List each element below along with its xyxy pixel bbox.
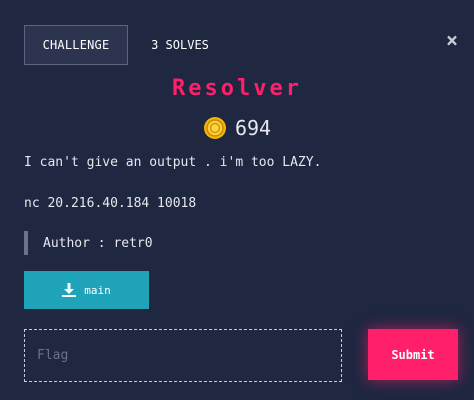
coin-icon (203, 117, 226, 139)
close-icon[interactable]: × (441, 29, 463, 51)
flag-input[interactable] (24, 329, 342, 382)
download-icon (62, 283, 77, 297)
author-line: Author : retr0 (24, 231, 153, 255)
challenge-title: Resolver (172, 76, 302, 101)
tab-challenge-label: CHALLENGE (42, 38, 110, 52)
download-file-button[interactable]: main (24, 271, 149, 309)
tab-challenge[interactable]: CHALLENGE (24, 25, 128, 65)
connection-info: nc 20.216.40.184 10018 (24, 196, 197, 211)
submit-button[interactable]: Submit (368, 329, 458, 380)
challenge-description: I can't give an output . i'm too LAZY. (24, 155, 322, 170)
tab-solves[interactable]: 3 SOLVES (140, 25, 220, 65)
author-text: Author : retr0 (43, 235, 153, 251)
download-file-label: main (84, 283, 111, 297)
tab-solves-label: 3 SOLVES (151, 38, 209, 52)
challenge-points: 694 (234, 116, 272, 140)
points-row: 694 (0, 113, 474, 143)
